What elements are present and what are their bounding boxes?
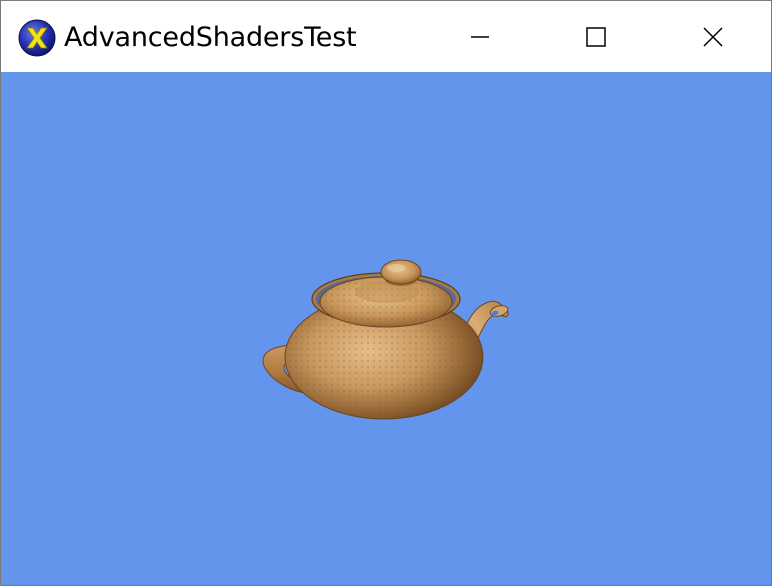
minimize-icon bbox=[471, 35, 489, 38]
title-bar[interactable]: AdvancedShadersTest bbox=[1, 1, 771, 72]
minimize-button[interactable] bbox=[422, 1, 538, 72]
close-icon bbox=[703, 26, 723, 47]
maximize-button[interactable] bbox=[538, 1, 654, 72]
app-window: AdvancedShadersTest bbox=[0, 0, 772, 586]
render-viewport[interactable] bbox=[1, 72, 771, 585]
maximize-icon bbox=[586, 26, 606, 47]
teapot-render bbox=[262, 259, 509, 420]
directx-x-icon bbox=[18, 19, 56, 57]
window-title: AdvancedShadersTest bbox=[64, 22, 357, 53]
close-button[interactable] bbox=[655, 1, 771, 72]
